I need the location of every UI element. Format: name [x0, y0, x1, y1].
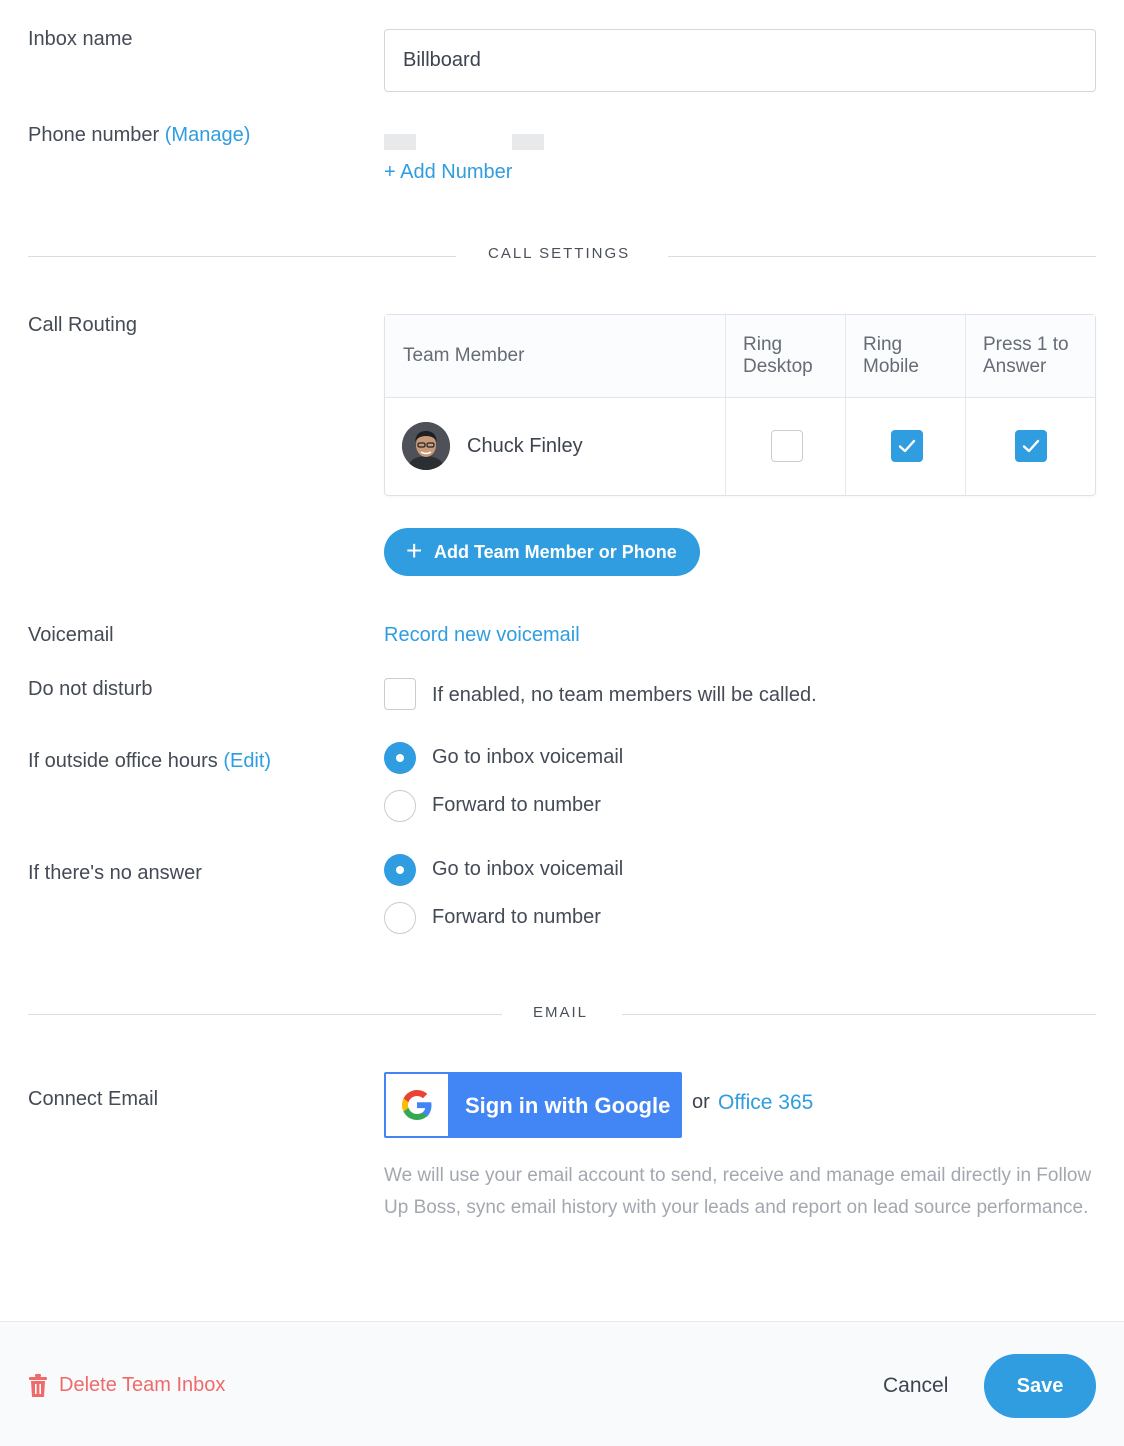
- call-settings-title: CALL SETTINGS: [488, 245, 631, 262]
- press1-checkbox[interactable]: [1015, 430, 1047, 462]
- save-button[interactable]: Save: [984, 1354, 1096, 1418]
- phone-number-label-text: Phone number: [28, 124, 160, 146]
- add-number-link[interactable]: + Add Number: [384, 161, 512, 184]
- plus-icon: +: [406, 535, 423, 566]
- inbox-name-input[interactable]: [384, 29, 1096, 92]
- edit-office-hours-link[interactable]: (Edit): [223, 750, 271, 772]
- email-description: We will use your email account to send, …: [384, 1165, 1092, 1218]
- no-answer-voicemail-label: Go to inbox voicemail: [432, 858, 624, 880]
- avatar: [402, 422, 450, 470]
- redacted-phone-number: [384, 134, 416, 150]
- trash-icon: [29, 1374, 47, 1397]
- team-member-name: Chuck Finley: [467, 435, 583, 457]
- outside-hours-forward-radio[interactable]: [384, 790, 416, 822]
- redacted-phone-number: [512, 134, 544, 150]
- column-divider: [845, 315, 846, 495]
- section-divider: [668, 256, 1096, 257]
- no-answer-forward-radio[interactable]: [384, 902, 416, 934]
- record-voicemail-link[interactable]: Record new voicemail: [384, 624, 580, 647]
- no-answer-label: If there's no answer: [28, 862, 202, 884]
- do-not-disturb-description: If enabled, no team members will be call…: [432, 684, 817, 706]
- outside-hours-voicemail-radio[interactable]: [384, 742, 416, 774]
- google-logo-box: [386, 1074, 448, 1136]
- header-team-member: Team Member: [403, 345, 525, 366]
- google-icon: [402, 1090, 432, 1120]
- header-press-1: Press 1 to Answer: [983, 334, 1069, 377]
- voicemail-label: Voicemail: [28, 624, 114, 646]
- outside-hours-label-text: If outside office hours: [28, 750, 218, 772]
- ring-desktop-checkbox[interactable]: [771, 430, 803, 462]
- or-text: or: [692, 1091, 710, 1113]
- avatar-photo: [402, 422, 450, 470]
- check-icon: [898, 439, 916, 453]
- call-routing-table: Team Member Ring Desktop Ring Mobile Pre…: [384, 314, 1096, 496]
- connect-email-label: Connect Email: [28, 1088, 159, 1110]
- outside-hours-voicemail-label: Go to inbox voicemail: [432, 746, 624, 768]
- no-answer-forward-label: Forward to number: [432, 906, 601, 928]
- header-ring-mobile: Ring Mobile: [863, 334, 919, 377]
- outside-hours-label: If outside office hours (Edit): [28, 750, 271, 773]
- section-divider: [28, 1014, 502, 1015]
- outside-hours-forward-label: Forward to number: [432, 794, 601, 816]
- do-not-disturb-checkbox[interactable]: [384, 678, 416, 710]
- inbox-name-label: Inbox name: [28, 28, 133, 50]
- delete-team-inbox-label: Delete Team Inbox: [59, 1374, 226, 1396]
- email-title: EMAIL: [533, 1004, 589, 1021]
- ring-mobile-checkbox[interactable]: [891, 430, 923, 462]
- do-not-disturb-label: Do not disturb: [28, 678, 153, 700]
- call-routing-label: Call Routing: [28, 314, 137, 336]
- column-divider: [965, 315, 966, 495]
- column-divider: [725, 315, 726, 495]
- phone-number-label: Phone number (Manage): [28, 124, 250, 147]
- office-365-link[interactable]: Office 365: [718, 1091, 813, 1115]
- add-team-member-button[interactable]: + Add Team Member or Phone: [384, 528, 700, 576]
- header-ring-desktop: Ring Desktop: [743, 334, 813, 377]
- add-team-member-label: Add Team Member or Phone: [434, 542, 677, 562]
- section-divider: [28, 256, 456, 257]
- section-divider: [622, 1014, 1096, 1015]
- sign-in-google-label: Sign in with Google: [465, 1093, 671, 1118]
- no-answer-voicemail-radio[interactable]: [384, 854, 416, 886]
- manage-phone-link[interactable]: (Manage): [165, 124, 251, 146]
- cancel-button[interactable]: Cancel: [883, 1374, 948, 1398]
- check-icon: [1022, 439, 1040, 453]
- sign-in-google-button[interactable]: Sign in with Google: [384, 1072, 682, 1138]
